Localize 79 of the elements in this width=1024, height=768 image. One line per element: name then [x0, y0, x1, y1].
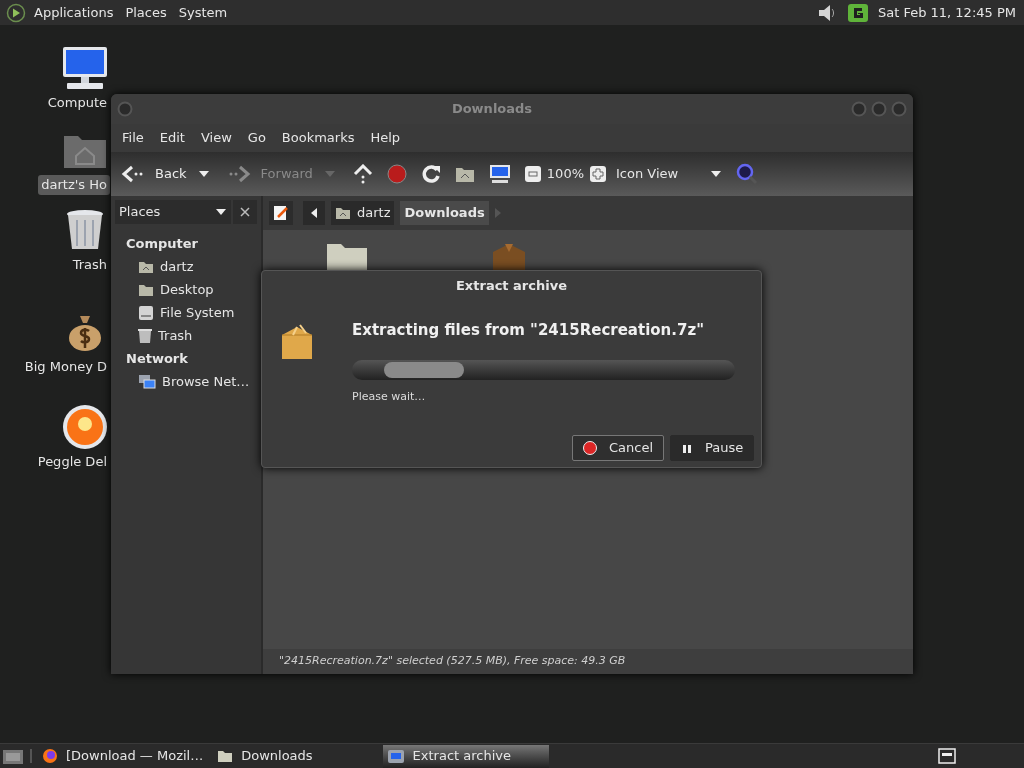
desktop-icon-label[interactable]: dartz's Ho	[38, 175, 110, 195]
sidebar-item[interactable]: dartz	[111, 255, 261, 278]
sidebar-item[interactable]: Trash	[111, 324, 261, 347]
edit-location-button[interactable]	[269, 201, 293, 225]
archive-icon	[386, 748, 405, 764]
path-crumb[interactable]: Downloads	[400, 201, 489, 225]
minimize-icon	[851, 101, 867, 117]
maximize-icon	[871, 101, 887, 117]
reload-icon	[420, 164, 441, 184]
status-text: "2415Recreation.7z" selected (527.5 MB), Free space: 49.3 GB	[279, 653, 626, 670]
dialog-title: Extract archive	[456, 277, 567, 296]
status-message: Please wait…	[352, 388, 427, 405]
home-folder-icon	[454, 165, 475, 183]
dropdown-arrow-icon	[710, 170, 722, 178]
show-desktop-icon	[2, 747, 24, 765]
desktop-icon-label[interactable]: Peggle Del	[34, 452, 110, 472]
window-list-icon	[938, 748, 956, 764]
panel-menu[interactable]: Places	[125, 2, 167, 23]
zoom-out-icon	[524, 166, 541, 182]
sidebar-heading: Computer	[125, 235, 200, 253]
globe-icon	[42, 748, 58, 764]
close-icon	[240, 207, 250, 217]
folder-icon	[138, 282, 154, 297]
sidebar-item[interactable]: Browse Net…	[111, 370, 261, 393]
dropdown-arrow-icon	[215, 208, 227, 216]
menu-item[interactable]: View	[192, 128, 240, 148]
desktop-icon-label[interactable]: Compute	[44, 93, 110, 113]
home-folder-icon	[335, 206, 351, 220]
trash-icon	[138, 327, 152, 344]
stop-icon	[386, 164, 407, 184]
view-selector[interactable]: Icon View	[616, 164, 722, 184]
sidebar-item[interactable]: Desktop	[111, 278, 261, 301]
folder-icon	[217, 749, 234, 763]
update-icon	[847, 3, 868, 22]
menu-item[interactable]: Help	[362, 128, 409, 148]
right-caret-icon	[494, 208, 501, 218]
stop-icon	[583, 441, 597, 455]
window-title: Downloads	[450, 100, 534, 119]
path-back-button[interactable]	[303, 201, 325, 225]
pencil-note-icon	[273, 205, 289, 221]
desktop-icon-label[interactable]: Big Money D	[21, 357, 110, 377]
back-arrow-icon	[121, 165, 145, 183]
desktop-icon-label[interactable]: Trash	[69, 255, 110, 275]
window-menu-icon	[117, 101, 133, 117]
menu-item[interactable]: Edit	[151, 128, 193, 148]
play-logo-icon	[6, 2, 26, 23]
menu-item[interactable]: Go	[239, 128, 274, 148]
panel-menu[interactable]: System	[178, 2, 228, 23]
sidebar-heading: Network	[125, 350, 189, 368]
pause-icon	[681, 442, 693, 454]
clock[interactable]: Sat Feb 11, 12:45 PM	[877, 2, 1016, 23]
menu-item[interactable]: Bookmarks	[273, 128, 363, 148]
close-icon	[891, 101, 907, 117]
package-icon	[280, 323, 314, 361]
zoom-level: 100%	[546, 165, 584, 184]
taskbar-button[interactable]: Extract archive	[382, 744, 549, 768]
dialog-heading: Extracting files from "2415Recreation.7z"	[352, 320, 705, 341]
home-folder-icon	[138, 259, 154, 274]
path-crumb[interactable]: dartz	[331, 201, 395, 225]
search-icon	[736, 163, 758, 185]
menu-item[interactable]: File	[114, 128, 152, 148]
panel-menu[interactable]: Applications	[34, 2, 114, 23]
close-button[interactable]	[233, 200, 257, 224]
cancel-button[interactable]: Cancel	[572, 435, 664, 461]
monitor-icon	[61, 45, 109, 91]
left-caret-icon	[311, 208, 317, 218]
places-selector[interactable]: Places	[115, 200, 231, 224]
trash-icon	[65, 208, 105, 252]
taskbar-button[interactable]: [Download — Mozil…	[38, 744, 208, 768]
network-icon	[138, 373, 156, 390]
zoom-in-icon	[590, 166, 606, 182]
back-button[interactable]: Back	[121, 164, 187, 184]
taskbar-button[interactable]: Downloads	[213, 744, 317, 768]
sidebar-item[interactable]: File System	[111, 301, 261, 324]
computer-icon	[488, 164, 511, 184]
ball-icon	[62, 404, 108, 450]
drive-icon	[138, 304, 154, 321]
up-arrow-icon	[352, 164, 373, 184]
pause-button[interactable]: Pause	[670, 435, 754, 461]
